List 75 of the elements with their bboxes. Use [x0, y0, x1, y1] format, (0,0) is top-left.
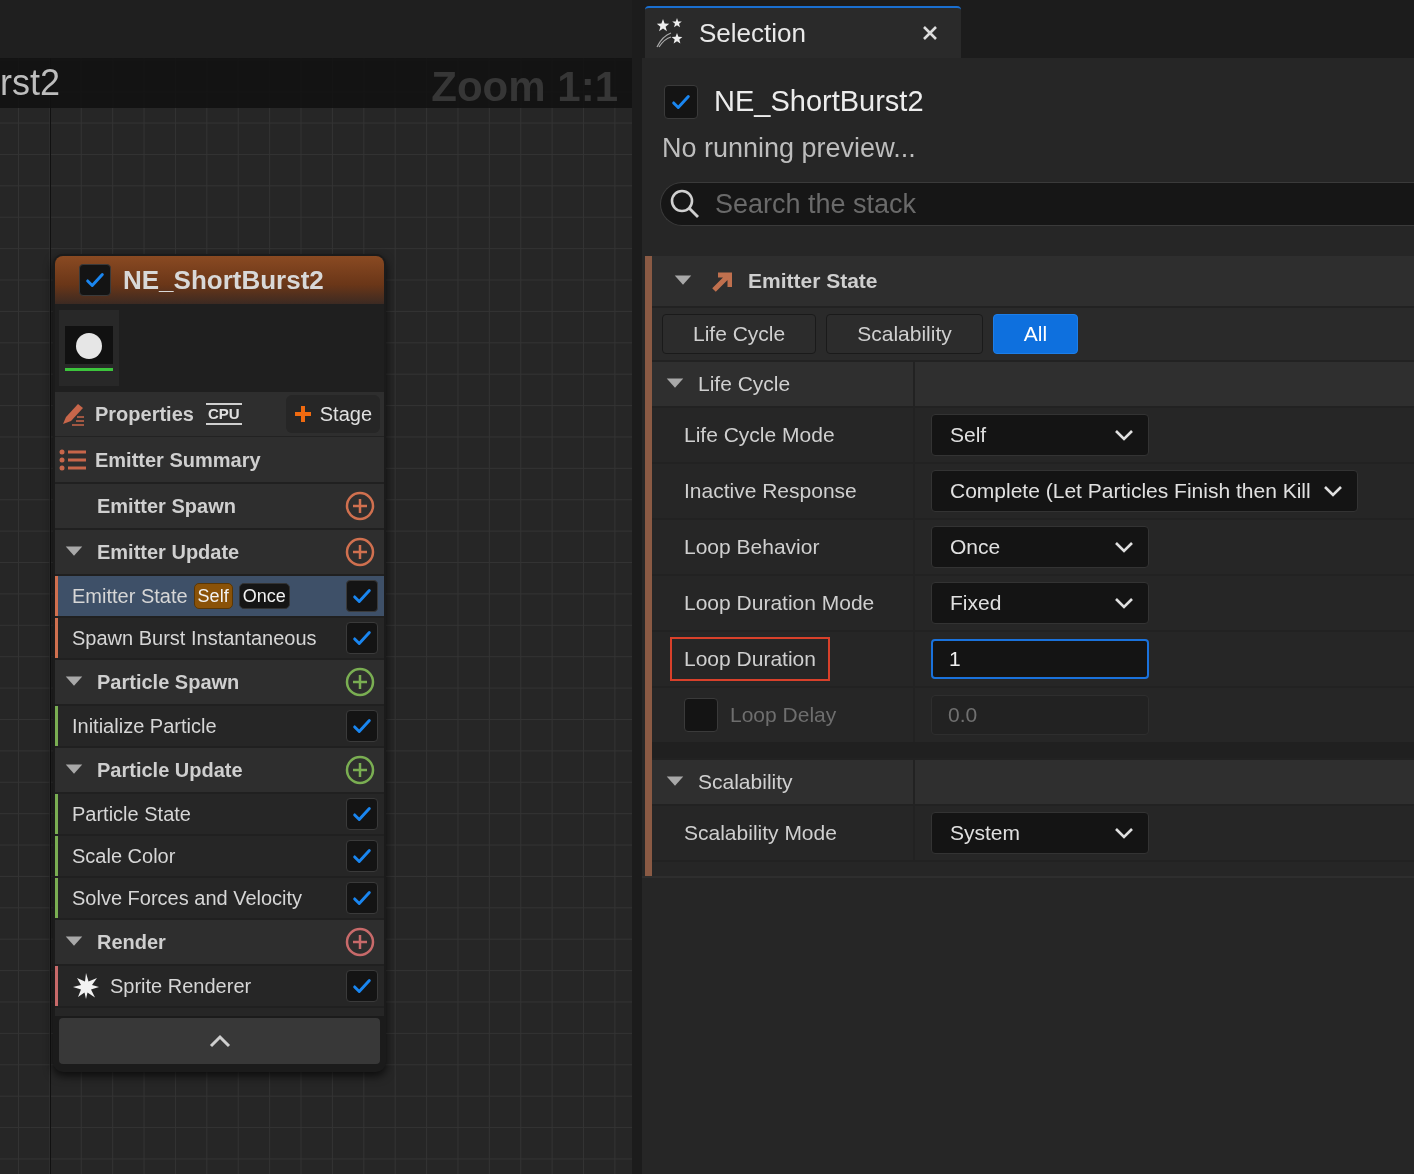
property-label: Loop Behavior: [684, 534, 820, 561]
emitter-node[interactable]: [53, 254, 386, 1072]
property-label: Loop Duration: [670, 637, 830, 681]
module-label: Particle State: [72, 802, 191, 827]
dropdown[interactable]: Fixed: [931, 582, 1149, 624]
emitter-checkbox[interactable]: [664, 84, 698, 119]
module-badge: Self: [193, 583, 233, 609]
emitter-name: NE_ShortBurst2: [714, 84, 924, 119]
module-row[interactable]: Scale Color: [55, 834, 384, 876]
filter-tab[interactable]: Scalability: [826, 314, 983, 354]
node-title: NE_ShortBurst2: [123, 263, 324, 297]
dropdown[interactable]: System: [931, 812, 1149, 854]
chevron-down-icon: [1114, 541, 1134, 553]
preview-status: No running preview...: [661, 131, 917, 165]
module-row[interactable]: Sprite Renderer: [55, 964, 384, 1006]
module-row[interactable]: Initialize Particle: [55, 704, 384, 746]
module-label: Initialize Particle: [72, 714, 217, 739]
module-row[interactable]: Particle State: [55, 792, 384, 834]
group-header[interactable]: Render: [97, 927, 166, 957]
enable-checkbox[interactable]: [79, 264, 111, 296]
chevron-down-icon: [1114, 429, 1134, 441]
module-checkbox[interactable]: [346, 710, 378, 742]
module-checkbox[interactable]: [346, 970, 378, 1002]
add-module-button[interactable]: [344, 666, 376, 698]
module-label: Solve Forces and Velocity: [72, 886, 303, 911]
module-checkbox[interactable]: [346, 580, 378, 612]
add-module-button[interactable]: [344, 490, 376, 522]
property-label: Loop Duration Mode: [684, 590, 875, 617]
module-checkbox[interactable]: [346, 798, 378, 830]
progress-line: [65, 367, 113, 371]
property-label: Life Cycle Mode: [684, 422, 835, 449]
module-row[interactable]: Spawn Burst Instantaneous: [55, 616, 384, 658]
chevron-down-icon: [1114, 597, 1134, 609]
module-badge: Once: [238, 583, 290, 609]
tab-title: Selection: [699, 16, 806, 50]
number-field[interactable]: 1: [931, 639, 1149, 679]
filter-tab[interactable]: All: [992, 314, 1079, 354]
panel-tab[interactable]: Selection: [645, 6, 961, 58]
search-icon: [669, 188, 701, 220]
arrow-icon: [710, 270, 732, 292]
graph-title: rst2: [0, 65, 60, 101]
chevron-down-icon: [1322, 485, 1343, 497]
filter-tab[interactable]: Life Cycle: [662, 314, 817, 354]
category-header[interactable]: Life Cycle: [698, 368, 791, 400]
module-label: Sprite Renderer: [110, 974, 252, 999]
chevron-down-icon: [1114, 827, 1134, 839]
property-label: Scalability Mode: [684, 820, 837, 847]
category-header[interactable]: Scalability: [698, 766, 793, 798]
module-label: Emitter State: [72, 584, 188, 609]
dropdown[interactable]: Complete (Let Particles Finish then Kill: [931, 470, 1358, 512]
list-icon: [59, 447, 87, 472]
module-label: Scale Color: [72, 844, 176, 869]
properties-label[interactable]: Properties: [95, 399, 194, 429]
dropdown[interactable]: Once: [931, 526, 1149, 568]
sprite-preview-icon: [65, 325, 113, 364]
module-row[interactable]: Solve Forces and Velocity: [55, 876, 384, 918]
close-icon: [922, 25, 938, 41]
dropdown[interactable]: Self: [931, 414, 1149, 456]
add-module-button[interactable]: [344, 926, 376, 958]
module-checkbox[interactable]: [346, 622, 378, 654]
add-module-button[interactable]: [344, 536, 376, 568]
property-label: Inactive Response: [684, 478, 857, 505]
module-row[interactable]: Emitter State Self Once: [55, 574, 384, 616]
plus-icon: [293, 405, 312, 423]
module-checkbox[interactable]: [346, 840, 378, 872]
add-module-button[interactable]: [344, 754, 376, 786]
section-title[interactable]: Emitter State: [748, 265, 878, 297]
enable-checkbox[interactable]: [684, 698, 718, 732]
chevron-up-icon: [208, 1034, 231, 1048]
module-label: Spawn Burst Instantaneous: [72, 626, 317, 651]
module-checkbox[interactable]: [346, 882, 378, 914]
property-label: Loop Delay: [730, 702, 837, 729]
add-stage-button[interactable]: Stage: [285, 395, 380, 433]
starburst-icon: [72, 972, 100, 1000]
sim-target-label: CPU: [205, 403, 242, 425]
